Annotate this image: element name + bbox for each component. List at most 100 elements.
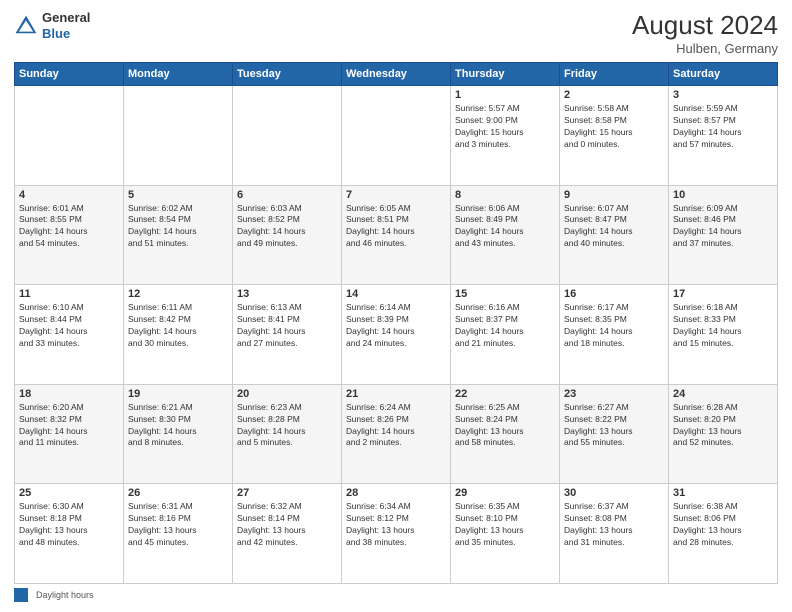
day-cell: 24 Sunrise: 6:28 AM Sunset: 8:20 PM Dayli…	[669, 384, 778, 484]
day-number: 19	[128, 388, 228, 400]
day-cell: 5 Sunrise: 6:02 AM Sunset: 8:54 PM Daylig…	[124, 185, 233, 285]
day-cell	[15, 86, 124, 186]
day-info: Sunrise: 6:28 AM Sunset: 8:20 PM Dayligh…	[673, 402, 773, 450]
day-cell: 14Sunrise: 6:14 AM Sunset: 8:39 PM Dayli…	[342, 285, 451, 385]
logo-general: General	[42, 10, 90, 25]
day-info: Sunrise: 6:11 AM Sunset: 8:42 PM Dayligh…	[128, 302, 228, 350]
day-cell: 13 Sunrise: 6:13 AM Sunset: 8:41 PM Dayli…	[233, 285, 342, 385]
title-block: August 2024 Hulben, Germany	[632, 10, 778, 56]
legend-box	[14, 588, 28, 602]
day-info: Sunrise: 6:31 AM Sunset: 8:16 PM Dayligh…	[128, 501, 228, 549]
day-info: Sunrise: 5:58 AM Sunset: 8:58 PM Dayligh…	[564, 103, 664, 151]
day-number: 30	[564, 487, 664, 499]
col-header-thursday: Thursday	[451, 63, 560, 86]
col-header-friday: Friday	[560, 63, 669, 86]
day-cell: 26 Sunrise: 6:31 AM Sunset: 8:16 PM Dayli…	[124, 484, 233, 584]
day-number: 9	[564, 189, 664, 201]
week-row-4: 18Sunrise: 6:20 AM Sunset: 8:32 PM Dayli…	[15, 384, 778, 484]
day-number: 18	[19, 388, 119, 400]
day-cell: 19 Sunrise: 6:21 AM Sunset: 8:30 PM Dayli…	[124, 384, 233, 484]
legend-label: Daylight hours	[36, 590, 94, 600]
day-number: 28	[346, 487, 446, 499]
day-info: Sunrise: 6:30 AM Sunset: 8:18 PM Dayligh…	[19, 501, 119, 549]
day-info: Sunrise: 5:59 AM Sunset: 8:57 PM Dayligh…	[673, 103, 773, 151]
day-cell: 2Sunrise: 5:58 AM Sunset: 8:58 PM Daylig…	[560, 86, 669, 186]
day-number: 29	[455, 487, 555, 499]
month-year: August 2024	[632, 10, 778, 41]
logo: General Blue	[14, 10, 90, 41]
day-number: 17	[673, 288, 773, 300]
header-row: SundayMondayTuesdayWednesdayThursdayFrid…	[15, 63, 778, 86]
day-info: Sunrise: 6:34 AM Sunset: 8:12 PM Dayligh…	[346, 501, 446, 549]
day-cell: 29 Sunrise: 6:35 AM Sunset: 8:10 PM Dayli…	[451, 484, 560, 584]
day-number: 22	[455, 388, 555, 400]
day-number: 26	[128, 487, 228, 499]
day-info: Sunrise: 6:18 AM Sunset: 8:33 PM Dayligh…	[673, 302, 773, 350]
day-number: 24	[673, 388, 773, 400]
day-number: 16	[564, 288, 664, 300]
day-info: Sunrise: 6:09 AM Sunset: 8:46 PM Dayligh…	[673, 203, 773, 251]
day-info: Sunrise: 6:13 AM Sunset: 8:41 PM Dayligh…	[237, 302, 337, 350]
day-info: Sunrise: 6:10 AM Sunset: 8:44 PM Dayligh…	[19, 302, 119, 350]
col-header-sunday: Sunday	[15, 63, 124, 86]
day-info: Sunrise: 6:16 AM Sunset: 8:37 PM Dayligh…	[455, 302, 555, 350]
day-info: Sunrise: 5:57 AM Sunset: 9:00 PM Dayligh…	[455, 103, 555, 151]
day-cell: 16 Sunrise: 6:17 AM Sunset: 8:35 PM Dayli…	[560, 285, 669, 385]
day-info: Sunrise: 6:17 AM Sunset: 8:35 PM Dayligh…	[564, 302, 664, 350]
day-info: Sunrise: 6:25 AM Sunset: 8:24 PM Dayligh…	[455, 402, 555, 450]
day-info: Sunrise: 6:07 AM Sunset: 8:47 PM Dayligh…	[564, 203, 664, 251]
day-cell: 28 Sunrise: 6:34 AM Sunset: 8:12 PM Dayli…	[342, 484, 451, 584]
day-cell: 11 Sunrise: 6:10 AM Sunset: 8:44 PM Dayli…	[15, 285, 124, 385]
calendar-table: SundayMondayTuesdayWednesdayThursdayFrid…	[14, 62, 778, 584]
day-cell: 18Sunrise: 6:20 AM Sunset: 8:32 PM Dayli…	[15, 384, 124, 484]
day-info: Sunrise: 6:14 AM Sunset: 8:39 PM Dayligh…	[346, 302, 446, 350]
day-number: 25	[19, 487, 119, 499]
day-cell	[233, 86, 342, 186]
day-info: Sunrise: 6:35 AM Sunset: 8:10 PM Dayligh…	[455, 501, 555, 549]
day-info: Sunrise: 6:01 AM Sunset: 8:55 PM Dayligh…	[19, 203, 119, 251]
week-row-5: 25 Sunrise: 6:30 AM Sunset: 8:18 PM Dayli…	[15, 484, 778, 584]
col-header-wednesday: Wednesday	[342, 63, 451, 86]
day-number: 1	[455, 89, 555, 101]
day-number: 21	[346, 388, 446, 400]
week-row-1: 1 Sunrise: 5:57 AM Sunset: 9:00 PM Daylig…	[15, 86, 778, 186]
day-number: 5	[128, 189, 228, 201]
day-info: Sunrise: 6:27 AM Sunset: 8:22 PM Dayligh…	[564, 402, 664, 450]
day-number: 10	[673, 189, 773, 201]
day-number: 31	[673, 487, 773, 499]
day-number: 7	[346, 189, 446, 201]
day-cell	[124, 86, 233, 186]
day-cell: 3Sunrise: 5:59 AM Sunset: 8:57 PM Daylig…	[669, 86, 778, 186]
day-cell: 9 Sunrise: 6:07 AM Sunset: 8:47 PM Daylig…	[560, 185, 669, 285]
col-header-tuesday: Tuesday	[233, 63, 342, 86]
week-row-2: 4Sunrise: 6:01 AM Sunset: 8:55 PM Daylig…	[15, 185, 778, 285]
day-info: Sunrise: 6:21 AM Sunset: 8:30 PM Dayligh…	[128, 402, 228, 450]
day-cell: 21 Sunrise: 6:24 AM Sunset: 8:26 PM Dayli…	[342, 384, 451, 484]
logo-blue: Blue	[42, 26, 70, 41]
header: General Blue August 2024 Hulben, Germany	[14, 10, 778, 56]
page: General Blue August 2024 Hulben, Germany…	[0, 0, 792, 612]
day-cell: 1 Sunrise: 5:57 AM Sunset: 9:00 PM Daylig…	[451, 86, 560, 186]
day-info: Sunrise: 6:24 AM Sunset: 8:26 PM Dayligh…	[346, 402, 446, 450]
day-info: Sunrise: 6:03 AM Sunset: 8:52 PM Dayligh…	[237, 203, 337, 251]
day-number: 12	[128, 288, 228, 300]
day-cell	[342, 86, 451, 186]
day-info: Sunrise: 6:05 AM Sunset: 8:51 PM Dayligh…	[346, 203, 446, 251]
day-cell: 10 Sunrise: 6:09 AM Sunset: 8:46 PM Dayli…	[669, 185, 778, 285]
day-number: 11	[19, 288, 119, 300]
day-number: 13	[237, 288, 337, 300]
day-info: Sunrise: 6:02 AM Sunset: 8:54 PM Dayligh…	[128, 203, 228, 251]
day-cell: 4Sunrise: 6:01 AM Sunset: 8:55 PM Daylig…	[15, 185, 124, 285]
day-info: Sunrise: 6:23 AM Sunset: 8:28 PM Dayligh…	[237, 402, 337, 450]
day-number: 27	[237, 487, 337, 499]
day-cell: 17 Sunrise: 6:18 AM Sunset: 8:33 PM Dayli…	[669, 285, 778, 385]
logo-icon	[14, 14, 38, 38]
day-cell: 22 Sunrise: 6:25 AM Sunset: 8:24 PM Dayli…	[451, 384, 560, 484]
footer: Daylight hours	[14, 588, 778, 602]
day-cell: 7 Sunrise: 6:05 AM Sunset: 8:51 PM Daylig…	[342, 185, 451, 285]
day-number: 6	[237, 189, 337, 201]
col-header-monday: Monday	[124, 63, 233, 86]
day-number: 8	[455, 189, 555, 201]
day-info: Sunrise: 6:06 AM Sunset: 8:49 PM Dayligh…	[455, 203, 555, 251]
day-cell: 30Sunrise: 6:37 AM Sunset: 8:08 PM Dayli…	[560, 484, 669, 584]
